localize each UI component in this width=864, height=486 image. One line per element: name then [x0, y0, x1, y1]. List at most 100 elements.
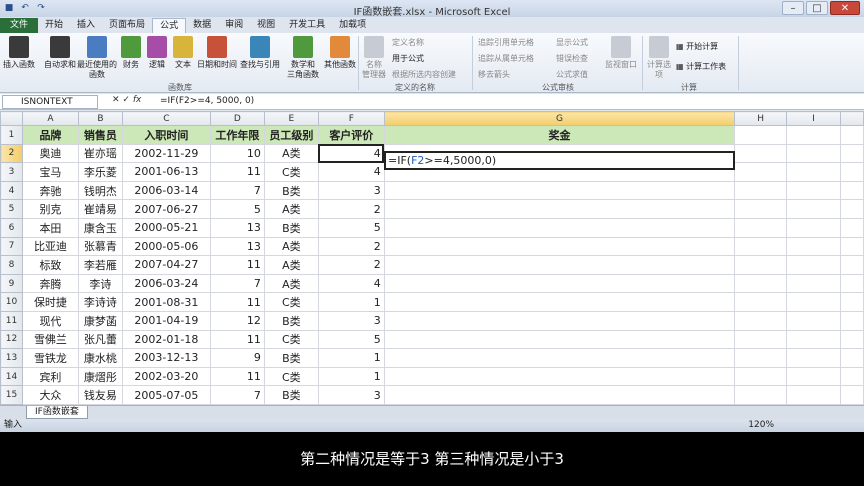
tab-page-layout[interactable]: 页面布局 — [102, 18, 152, 33]
cell[interactable] — [734, 217, 788, 238]
header-cell[interactable]: 工作年限 — [209, 125, 265, 145]
show-formulas-button[interactable]: 显示公式 — [556, 37, 588, 48]
table-cell[interactable]: 12 — [209, 310, 265, 331]
header-cell[interactable]: 入职时间 — [121, 125, 211, 145]
table-cell[interactable]: 4 — [317, 162, 385, 182]
column-header-d[interactable]: D — [209, 111, 265, 126]
table-cell[interactable]: 1 — [317, 366, 385, 387]
column-header-i[interactable]: I — [786, 111, 841, 126]
table-cell[interactable]: 4 — [317, 273, 385, 294]
row-header-7[interactable]: 7 — [0, 236, 23, 257]
table-cell[interactable]: 2000-05-06 — [121, 236, 211, 257]
row-header-5[interactable]: 5 — [0, 199, 23, 219]
row-header-12[interactable]: 12 — [0, 329, 23, 350]
tab-home[interactable]: 开始 — [38, 18, 70, 33]
bonus-cell[interactable] — [383, 292, 736, 312]
table-cell[interactable]: 康含玉 — [77, 217, 123, 238]
cell[interactable] — [839, 273, 864, 294]
cell[interactable] — [734, 199, 788, 219]
define-name-button[interactable]: 定义名称 — [392, 37, 424, 48]
cell[interactable] — [839, 366, 864, 387]
table-cell[interactable]: C类 — [263, 366, 319, 387]
row-header-6[interactable]: 6 — [0, 217, 23, 238]
table-cell[interactable]: B类 — [263, 310, 319, 331]
table-cell[interactable]: 13 — [209, 217, 265, 238]
bonus-cell[interactable] — [383, 180, 736, 201]
row-header-14[interactable]: 14 — [0, 366, 23, 387]
table-cell[interactable]: 奔腾 — [21, 273, 79, 294]
table-cell[interactable]: 2002-01-18 — [121, 329, 211, 350]
table-cell[interactable]: B类 — [263, 385, 319, 405]
table-cell[interactable]: 2 — [317, 199, 385, 219]
table-cell[interactable]: 本田 — [21, 217, 79, 238]
row-header-8[interactable]: 8 — [0, 255, 23, 275]
table-cell[interactable]: 3 — [317, 310, 385, 331]
cell[interactable] — [734, 366, 788, 387]
table-cell[interactable]: 1 — [317, 292, 385, 312]
table-cell[interactable]: 11 — [209, 162, 265, 182]
table-cell[interactable]: 2 — [317, 255, 385, 275]
tab-file[interactable]: 文件 — [0, 18, 39, 33]
name-manager-button[interactable]: 名称 管理器 — [362, 36, 386, 80]
math-button[interactable]: 数学和 三角函数 — [284, 36, 322, 80]
cell[interactable] — [786, 366, 841, 387]
table-cell[interactable]: 雪佛兰 — [21, 329, 79, 350]
column-header-b[interactable]: B — [77, 111, 123, 126]
table-cell[interactable]: 11 — [209, 292, 265, 312]
header-cell[interactable]: 销售员 — [77, 125, 123, 145]
table-cell[interactable]: 宝马 — [21, 162, 79, 182]
cell[interactable] — [839, 217, 864, 238]
column-header-c[interactable]: C — [121, 111, 211, 126]
cell[interactable] — [839, 348, 864, 368]
table-cell[interactable]: 大众 — [21, 385, 79, 405]
row-header-1[interactable]: 1 — [0, 125, 23, 145]
table-cell[interactable]: 2001-08-31 — [121, 292, 211, 312]
tab-formulas[interactable]: 公式 — [152, 18, 187, 33]
cell[interactable] — [786, 125, 841, 145]
use-in-formula-button[interactable]: 用于公式 — [392, 53, 424, 64]
cell[interactable] — [786, 217, 841, 238]
table-cell[interactable]: 张凡蕾 — [77, 329, 123, 350]
table-cell[interactable]: A类 — [263, 143, 319, 164]
bonus-cell[interactable] — [383, 236, 736, 257]
lookup-button[interactable]: 查找与引用 — [238, 36, 282, 70]
cell[interactable] — [786, 348, 841, 368]
bonus-cell[interactable] — [383, 348, 736, 368]
cell[interactable] — [786, 162, 841, 182]
select-all-corner[interactable] — [0, 111, 23, 126]
bonus-cell[interactable] — [383, 217, 736, 238]
table-cell[interactable]: A类 — [263, 255, 319, 275]
row-header-13[interactable]: 13 — [0, 348, 23, 368]
formula-input[interactable]: =IF(F2>=4, 5000, 0) — [160, 96, 254, 106]
column-header-e[interactable]: E — [263, 111, 319, 126]
table-cell[interactable]: 现代 — [21, 310, 79, 331]
cell[interactable] — [734, 180, 788, 201]
table-cell[interactable]: 1 — [317, 348, 385, 368]
bonus-cell[interactable] — [383, 310, 736, 331]
cell[interactable] — [786, 329, 841, 350]
column-header-a[interactable]: A — [21, 111, 79, 126]
table-cell[interactable]: 7 — [209, 385, 265, 405]
row-header-10[interactable]: 10 — [0, 292, 23, 312]
table-cell[interactable]: 2006-03-24 — [121, 273, 211, 294]
table-cell[interactable]: 宾利 — [21, 366, 79, 387]
cell[interactable] — [839, 292, 864, 312]
maximize-icon[interactable]: □ — [806, 1, 828, 15]
table-cell[interactable]: 比亚迪 — [21, 236, 79, 257]
cell[interactable] — [786, 199, 841, 219]
cell[interactable] — [734, 162, 788, 182]
table-cell[interactable]: 2007-06-27 — [121, 199, 211, 219]
table-cell[interactable]: 钱明杰 — [77, 180, 123, 201]
table-cell[interactable]: 13 — [209, 236, 265, 257]
table-cell[interactable]: A类 — [263, 273, 319, 294]
row-header-3[interactable]: 3 — [0, 162, 23, 182]
tab-data[interactable]: 数据 — [186, 18, 218, 33]
table-cell[interactable]: 2007-04-27 — [121, 255, 211, 275]
table-cell[interactable]: 李诗诗 — [77, 292, 123, 312]
cell[interactable] — [839, 199, 864, 219]
datetime-button[interactable]: 日期和时间 — [196, 36, 238, 70]
table-cell[interactable]: 5 — [317, 217, 385, 238]
tab-addins[interactable]: 加载项 — [332, 18, 373, 33]
trace-dependents-button[interactable]: 追踪从属单元格 — [478, 53, 534, 64]
table-cell[interactable]: 9 — [209, 348, 265, 368]
